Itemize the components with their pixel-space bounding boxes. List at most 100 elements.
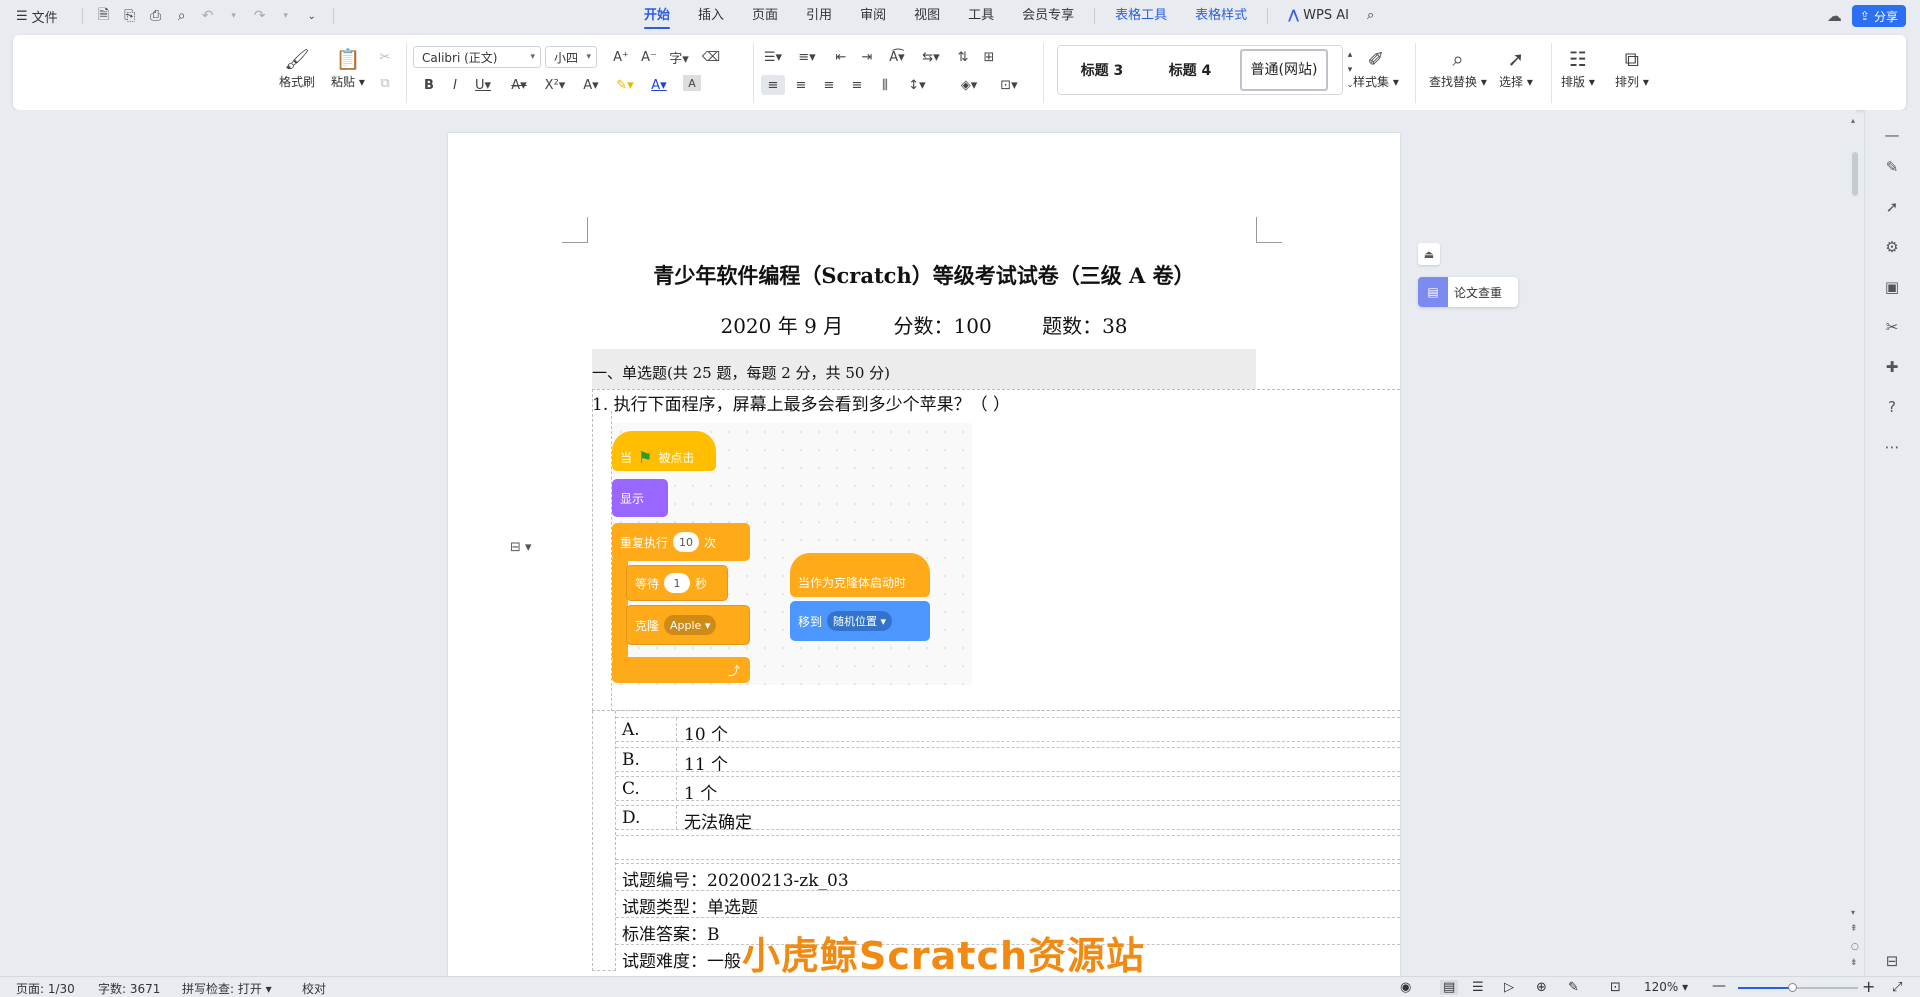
next-page-icon[interactable]: ⇟ [1850,958,1858,968]
eye-protection-icon[interactable]: ◉ [1400,980,1411,995]
tab-table-style[interactable]: 表格样式 [1181,0,1261,32]
tab-insert[interactable]: 插入 [684,0,738,32]
shrink-font-icon[interactable]: A⁻ [637,47,661,67]
align-center-icon[interactable]: ≡ [789,75,813,95]
decrease-indent-icon[interactable]: ⇤ [829,47,853,67]
redo-dropdown-icon[interactable]: ▾ [275,6,297,26]
text-direction-icon[interactable]: A͡▾ [885,47,909,67]
clear-format-icon[interactable]: ⌫ [699,47,723,67]
more-icon[interactable]: ⋯ [1881,436,1903,458]
print-icon[interactable]: ⎙ [145,6,167,26]
share-button[interactable]: ⇪ 分享 [1851,5,1906,27]
distribute-icon[interactable]: ⫼ [873,75,897,95]
zoom-slider-thumb[interactable] [1788,983,1797,992]
select-button[interactable]: ➚ 选择 ▾ [1499,45,1533,90]
align-left-icon[interactable]: ≡ [761,75,785,95]
style-normal-web[interactable]: 普通(网站) [1240,49,1328,91]
copy-icon[interactable]: ⧉ [373,73,397,93]
zoom-in-icon[interactable]: + [1862,977,1875,996]
document-canvas[interactable]: 青少年软件编程（Scratch）等级考试试卷（三级 A 卷） 2020 年 9 … [0,110,1856,976]
zoom-out-icon[interactable]: — [1712,978,1726,994]
text-effect-icon[interactable]: A▾ [579,75,603,95]
file-menu-button[interactable]: ☰ 文件 [16,7,58,26]
superscript-icon[interactable]: X²▾ [543,75,567,95]
customize-toolbar-icon[interactable]: ⌄ [301,6,323,26]
doc-check-icon[interactable]: ▣ [1881,276,1903,298]
cloud-icon[interactable]: ☁ [1827,7,1842,25]
convert-icon[interactable]: ⇆▾ [919,47,943,67]
scroll-down-icon[interactable]: ▾ [1851,908,1855,917]
grow-font-icon[interactable]: A⁺ [609,47,633,67]
tab-tools[interactable]: 工具 [954,0,1008,32]
layout-button[interactable]: ☷ 排版 ▾ [1561,45,1595,90]
underline-icon[interactable]: U▾ [471,75,495,95]
italic-icon[interactable]: I [443,75,467,95]
cut-icon[interactable]: ✂ [373,47,397,67]
write-mode-icon[interactable]: ✎ [1568,980,1579,995]
sort-icon[interactable]: ⇅ [951,47,975,67]
tools-icon[interactable]: ✂ [1881,316,1903,338]
paper-check-button[interactable]: ▤ 论文查重 [1418,277,1518,307]
style-heading-3[interactable]: 标题 3 [1058,60,1146,80]
pointer-icon[interactable]: ➚ [1881,196,1903,218]
page-indicator[interactable]: 页面: 1/30 [16,980,75,997]
collapse-panel-icon[interactable]: ⏏ [1418,243,1440,265]
undo-icon[interactable]: ↶ [197,6,219,26]
tab-home[interactable]: 开始 [630,0,684,32]
save-icon[interactable]: 🗎 [93,6,115,26]
pen-icon[interactable]: ✎ [1881,156,1903,178]
minimize-sidebar-icon[interactable]: — [1881,124,1903,146]
prev-page-icon[interactable]: ⇞ [1850,924,1858,934]
select-browse-icon[interactable]: ○ [1851,942,1859,952]
export-pdf-icon[interactable]: ⎘ [119,6,141,26]
wps-ai-button[interactable]: ⋀ WPS AI [1274,0,1363,32]
scroll-up-icon[interactable]: ▴ [1851,116,1855,125]
vertical-scrollbar[interactable]: ▴ ▾ ⇞ ○ ⇟ [1848,116,1862,976]
zoom-level[interactable]: 120% ▾ [1644,980,1688,994]
word-count[interactable]: 字数: 3671 [98,980,160,997]
arrange-button[interactable]: ⧉ 排列 ▾ [1615,45,1649,90]
proofread-button[interactable]: 校对 [302,980,326,997]
highlight-icon[interactable]: ✎▾ [613,75,637,95]
style-heading-4[interactable]: 标题 4 [1146,60,1234,80]
sliders-icon[interactable]: ⚙ [1881,236,1903,258]
bold-icon[interactable]: B [417,75,441,95]
justify-icon[interactable]: ≡ [845,75,869,95]
puzzle-icon[interactable]: ✚ [1881,356,1903,378]
font-color-icon[interactable]: A▾ [647,75,671,95]
tab-page[interactable]: 页面 [738,0,792,32]
document-page[interactable]: 青少年软件编程（Scratch）等级考试试卷（三级 A 卷） 2020 年 9 … [448,133,1400,976]
find-replace-button[interactable]: ⌕ 查找替换 ▾ [1429,45,1487,90]
tab-table-tools[interactable]: 表格工具 [1101,0,1181,32]
undo-dropdown-icon[interactable]: ▾ [223,6,245,26]
strikethrough-icon[interactable]: A▾ [507,75,531,95]
font-size-select[interactable]: 小四 ▾ [545,46,597,68]
fullscreen-icon[interactable]: ⤢ [1892,980,1902,995]
increase-indent-icon[interactable]: ⇥ [855,47,879,67]
search-icon[interactable]: ⌕ [1363,0,1378,32]
align-right-icon[interactable]: ≡ [817,75,841,95]
line-spacing-icon[interactable]: ↕▾ [905,75,929,95]
play-icon[interactable]: ▷ [1504,980,1514,995]
spell-check-toggle[interactable]: 拼写检查: 打开 ▾ [182,980,272,997]
border-icon[interactable]: ⊡▾ [997,75,1021,95]
table-move-handle-icon[interactable]: ⊟ ▾ [510,540,532,555]
paste-button[interactable]: 📋 粘贴 ▾ [331,45,365,90]
numbered-list-icon[interactable]: ≡▾ [795,47,819,67]
bullet-list-icon[interactable]: ☰▾ [761,47,785,67]
phonetic-guide-icon[interactable]: 字▾ [667,47,691,67]
help-icon[interactable]: ? [1881,396,1903,418]
format-painter-button[interactable]: 🖌 格式刷 [279,45,315,90]
tab-view[interactable]: 视图 [900,0,954,32]
tab-references[interactable]: 引用 [792,0,846,32]
font-name-select[interactable]: Calibri (正文) ▾ [413,46,541,68]
scrollbar-thumb[interactable] [1852,152,1858,196]
tab-review[interactable]: 审阅 [846,0,900,32]
redo-icon[interactable]: ↷ [249,6,271,26]
show-marks-icon[interactable]: ⊞ [977,47,1001,67]
zoom-slider[interactable] [1738,983,1858,992]
sidebar-settings-icon[interactable]: ⊟ [1881,950,1903,972]
style-set-button[interactable]: ✐ 样式集 ▾ [1353,45,1399,90]
web-view-icon[interactable]: ⊕ [1536,980,1547,995]
outline-view-icon[interactable]: ☰ [1472,980,1484,995]
